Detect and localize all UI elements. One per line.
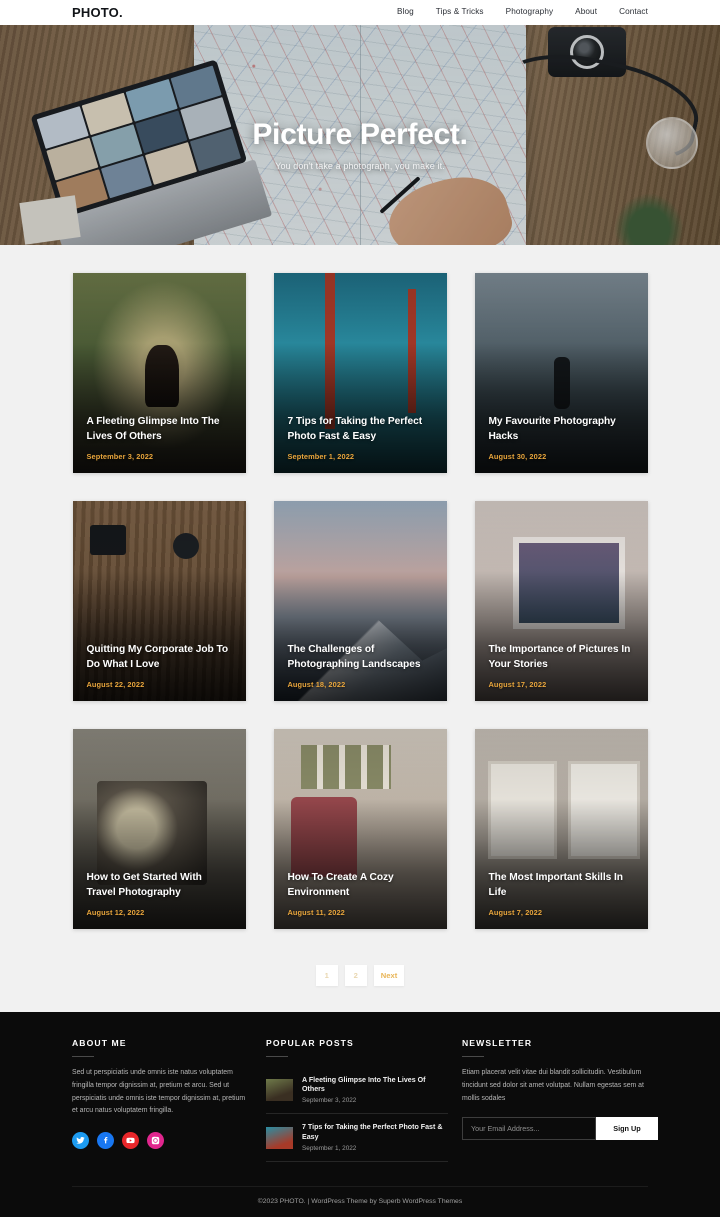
popular-post-title[interactable]: 7 Tips for Taking the Perfect Photo Fast… xyxy=(302,1123,448,1141)
email-field[interactable] xyxy=(462,1117,596,1140)
nav-item-blog[interactable]: Blog xyxy=(397,8,414,16)
newsletter-heading: NEWSLETTER xyxy=(462,1038,658,1048)
post-card[interactable]: Quitting My Corporate Job To Do What I L… xyxy=(73,501,246,701)
posts-grid: A Fleeting Glimpse Into The Lives Of Oth… xyxy=(72,273,648,929)
nav-item-photography[interactable]: Photography xyxy=(506,8,554,16)
post-date: August 17, 2022 xyxy=(489,680,636,689)
post-date: August 12, 2022 xyxy=(87,908,234,917)
post-card[interactable]: The Challenges of Photographing Landscap… xyxy=(274,501,447,701)
about-text: Sed ut perspiciatis unde omnis iste natu… xyxy=(72,1067,252,1118)
nav-item-about[interactable]: About xyxy=(575,8,597,16)
post-title[interactable]: The Most Important Skills In Life xyxy=(489,871,636,901)
hero-content: Picture Perfect. You don't take a photog… xyxy=(0,25,720,245)
hero-banner: Picture Perfect. You don't take a photog… xyxy=(0,25,720,245)
footer-popular-column: POPULAR POSTS A Fleeting Glimpse Into Th… xyxy=(266,1038,448,1162)
nav-item-tips-tricks[interactable]: Tips & Tricks xyxy=(436,8,484,16)
post-card[interactable]: How To Create A Cozy Environment August … xyxy=(274,729,447,929)
pagination-next-button[interactable]: Next xyxy=(374,965,404,986)
newsletter-form: Sign Up xyxy=(462,1117,658,1140)
post-caption: 7 Tips for Taking the Perfect Photo Fast… xyxy=(288,415,435,461)
pagination: 1 2 Next xyxy=(0,947,720,1012)
post-date: September 1, 2022 xyxy=(288,452,435,461)
post-date: August 11, 2022 xyxy=(288,908,435,917)
post-date: August 7, 2022 xyxy=(489,908,636,917)
post-card[interactable]: The Importance of Pictures In Your Stori… xyxy=(475,501,648,701)
post-date: August 30, 2022 xyxy=(489,452,636,461)
post-card[interactable]: 7 Tips for Taking the Perfect Photo Fast… xyxy=(274,273,447,473)
post-card[interactable]: The Most Important Skills In Life August… xyxy=(475,729,648,929)
heading-rule xyxy=(72,1056,94,1057)
post-title[interactable]: 7 Tips for Taking the Perfect Photo Fast… xyxy=(288,415,435,445)
heading-rule xyxy=(462,1056,484,1057)
post-caption: Quitting My Corporate Job To Do What I L… xyxy=(87,643,234,689)
post-caption: The Importance of Pictures In Your Stori… xyxy=(489,643,636,689)
popular-post-date: September 1, 2022 xyxy=(302,1145,448,1152)
footer-about-column: ABOUT ME Sed ut perspiciatis unde omnis … xyxy=(72,1038,252,1162)
heading-rule xyxy=(266,1056,288,1057)
nav-item-contact[interactable]: Contact xyxy=(619,8,648,16)
pagination-page-2[interactable]: 2 xyxy=(345,965,367,986)
site-logo[interactable]: PHOTO. xyxy=(72,6,123,19)
sign-up-button[interactable]: Sign Up xyxy=(596,1117,658,1140)
post-caption: The Most Important Skills In Life August… xyxy=(489,871,636,917)
pagination-page-1[interactable]: 1 xyxy=(316,965,338,986)
post-card[interactable]: My Favourite Photography Hacks August 30… xyxy=(475,273,648,473)
posts-section: A Fleeting Glimpse Into The Lives Of Oth… xyxy=(0,245,720,947)
site-footer: ABOUT ME Sed ut perspiciatis unde omnis … xyxy=(0,1012,720,1217)
site-header: PHOTO. Blog Tips & Tricks Photography Ab… xyxy=(0,0,720,25)
post-card[interactable]: A Fleeting Glimpse Into The Lives Of Oth… xyxy=(73,273,246,473)
popular-post-item[interactable]: 7 Tips for Taking the Perfect Photo Fast… xyxy=(266,1114,448,1161)
post-date: September 3, 2022 xyxy=(87,452,234,461)
popular-post-thumbnail xyxy=(266,1079,293,1101)
post-title[interactable]: A Fleeting Glimpse Into The Lives Of Oth… xyxy=(87,415,234,445)
about-heading: ABOUT ME xyxy=(72,1038,252,1048)
post-card[interactable]: How to Get Started With Travel Photograp… xyxy=(73,729,246,929)
post-caption: A Fleeting Glimpse Into The Lives Of Oth… xyxy=(87,415,234,461)
popular-post-meta: A Fleeting Glimpse Into The Lives Of Oth… xyxy=(302,1076,448,1104)
post-title[interactable]: The Challenges of Photographing Landscap… xyxy=(288,643,435,673)
hero-title: Picture Perfect. xyxy=(252,118,467,151)
post-title[interactable]: My Favourite Photography Hacks xyxy=(489,415,636,445)
post-caption: How To Create A Cozy Environment August … xyxy=(288,871,435,917)
popular-post-thumbnail xyxy=(266,1127,293,1149)
popular-post-item[interactable]: A Fleeting Glimpse Into The Lives Of Oth… xyxy=(266,1067,448,1114)
popular-post-date: September 3, 2022 xyxy=(302,1097,448,1104)
hero-subtitle: You don't take a photograph, you make it… xyxy=(275,161,445,171)
copyright-text: ©2023 PHOTO. | WordPress Theme by Superb… xyxy=(72,1186,648,1217)
post-title[interactable]: Quitting My Corporate Job To Do What I L… xyxy=(87,643,234,673)
popular-post-title[interactable]: A Fleeting Glimpse Into The Lives Of Oth… xyxy=(302,1076,448,1094)
post-title[interactable]: How to Get Started With Travel Photograp… xyxy=(87,871,234,901)
footer-newsletter-column: NEWSLETTER Etiam placerat velit vitae du… xyxy=(462,1038,658,1162)
popular-post-meta: 7 Tips for Taking the Perfect Photo Fast… xyxy=(302,1123,448,1151)
post-title[interactable]: How To Create A Cozy Environment xyxy=(288,871,435,901)
post-title[interactable]: The Importance of Pictures In Your Stori… xyxy=(489,643,636,673)
post-date: August 22, 2022 xyxy=(87,680,234,689)
footer-columns: ABOUT ME Sed ut perspiciatis unde omnis … xyxy=(72,1038,648,1162)
post-date: August 18, 2022 xyxy=(288,680,435,689)
popular-heading: POPULAR POSTS xyxy=(266,1038,448,1048)
post-caption: The Challenges of Photographing Landscap… xyxy=(288,643,435,689)
post-caption: My Favourite Photography Hacks August 30… xyxy=(489,415,636,461)
post-caption: How to Get Started With Travel Photograp… xyxy=(87,871,234,917)
primary-navigation: Blog Tips & Tricks Photography About Con… xyxy=(397,8,648,16)
newsletter-text: Etiam placerat velit vitae dui blandit s… xyxy=(462,1067,658,1105)
